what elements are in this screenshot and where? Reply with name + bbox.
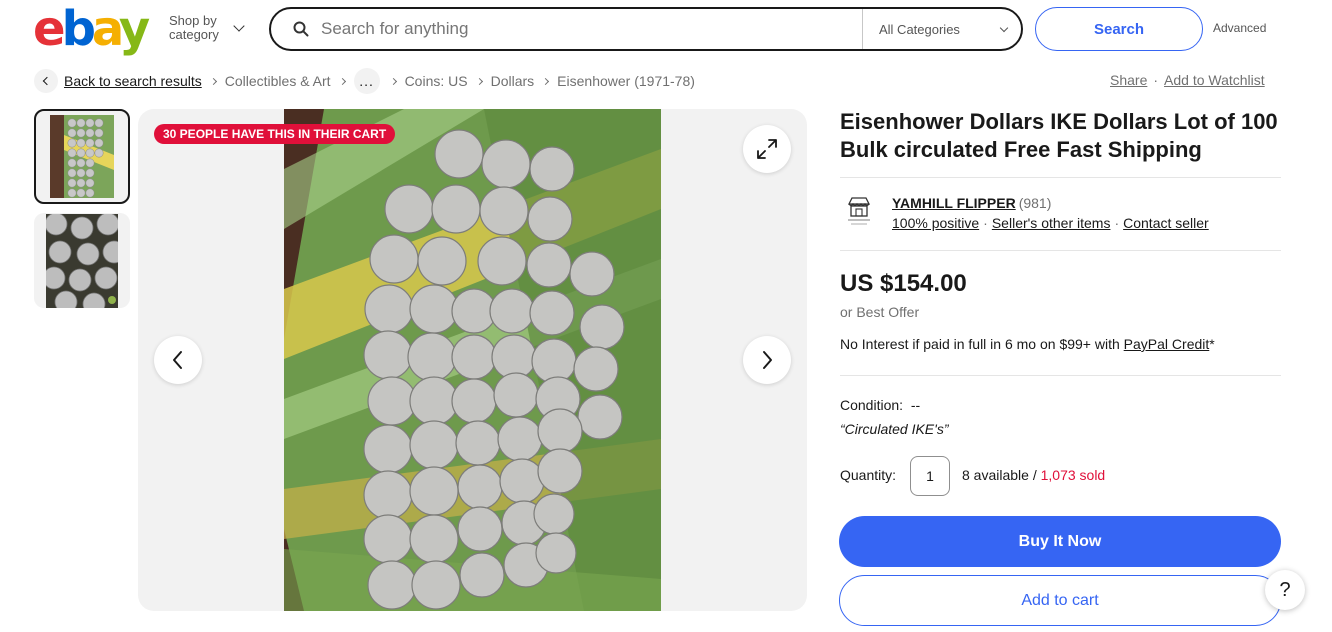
condition-label: Condition:: [840, 397, 904, 413]
store-icon[interactable]: [840, 192, 878, 230]
category-select-label: All Categories: [879, 21, 960, 37]
breadcrumb: Back to search results Collectibles & Ar…: [34, 68, 695, 94]
logo-letter: e: [33, 1, 66, 57]
chevron-right-icon: [475, 77, 483, 85]
chevron-down-icon: [233, 20, 245, 32]
best-offer-text: or Best Offer: [840, 304, 920, 320]
next-image-button[interactable]: [743, 336, 791, 384]
coin-rows-thumbnail-image: [50, 115, 114, 198]
seller-positive-link[interactable]: 100% positive: [892, 215, 979, 231]
chevron-right-icon: [389, 77, 397, 85]
seller-info: YAMHILL FLIPPER (981): [892, 195, 1051, 211]
share-watchlist-links: Share · Add to Watchlist: [1110, 72, 1265, 88]
coin-closeup-thumbnail-image: [46, 214, 118, 308]
ebay-logo[interactable]: ebay: [33, 1, 150, 57]
breadcrumb-item[interactable]: Coins: US: [405, 73, 468, 89]
divider: [840, 250, 1281, 251]
search-input[interactable]: [321, 11, 861, 47]
logo-letter: b: [61, 1, 96, 57]
share-link[interactable]: Share: [1110, 72, 1147, 88]
thumbnail-2[interactable]: [34, 213, 130, 308]
seller-other-items-link[interactable]: Seller's other items: [992, 215, 1111, 231]
expand-image-button[interactable]: [743, 125, 791, 173]
contact-seller-link[interactable]: Contact seller: [1123, 215, 1209, 231]
quantity-label: Quantity:: [840, 467, 897, 483]
search-button[interactable]: Search: [1035, 7, 1203, 51]
credit-suffix: *: [1209, 336, 1215, 352]
sold-count: 1,073 sold: [1040, 467, 1106, 483]
available-count: 8 available /: [962, 467, 1041, 483]
credit-text: No Interest if paid in full in 6 mo on $…: [840, 336, 1120, 352]
expand-icon: [757, 139, 777, 159]
paypal-credit-link[interactable]: PayPal Credit: [1124, 336, 1210, 352]
help-button[interactable]: ?: [1265, 570, 1305, 610]
quantity-input[interactable]: [910, 456, 950, 496]
separator-dot: ·: [1114, 215, 1120, 231]
availability: 8 available / 1,073 sold: [962, 467, 1105, 483]
breadcrumb-item[interactable]: Collectibles & Art: [225, 73, 331, 89]
listing-title: Eisenhower Dollars IKE Dollars Lot of 10…: [840, 109, 1278, 162]
chevron-right-icon: [338, 77, 346, 85]
breadcrumb-item[interactable]: Eisenhower (1971-78): [557, 73, 695, 89]
paypal-credit-text: No Interest if paid in full in 6 mo on $…: [840, 336, 1215, 352]
thumbnail-1[interactable]: [34, 109, 130, 204]
chevron-right-icon: [542, 77, 550, 85]
main-image-viewer[interactable]: [138, 109, 807, 611]
chevron-right-icon: [763, 351, 772, 369]
back-arrow-icon[interactable]: [34, 69, 58, 93]
logo-letter: a: [91, 1, 123, 57]
separator-dot: ·: [983, 215, 988, 231]
coins-on-quilt-photo: [284, 109, 661, 611]
divider: [840, 375, 1281, 376]
seller-links: 100% positive · Seller's other items · C…: [892, 215, 1209, 231]
seller-name-link[interactable]: YAMHILL FLIPPER: [892, 195, 1016, 211]
divider: [840, 177, 1281, 178]
breadcrumb-item[interactable]: Dollars: [491, 73, 535, 89]
category-select[interactable]: All Categories: [862, 9, 1021, 49]
separator-dot: ·: [1153, 72, 1159, 88]
condition-row: Condition: --: [840, 397, 920, 413]
add-to-cart-button[interactable]: Add to cart: [839, 575, 1281, 626]
chevron-down-icon: [999, 23, 1009, 32]
advanced-search-link[interactable]: Advanced: [1213, 21, 1266, 35]
chevron-left-icon: [173, 351, 182, 369]
shop-by-category-label: Shop by category: [169, 13, 219, 42]
buy-it-now-button[interactable]: Buy It Now: [839, 516, 1281, 567]
add-to-watchlist-link[interactable]: Add to Watchlist: [1164, 72, 1265, 88]
condition-note: “Circulated IKE's”: [840, 421, 949, 437]
breadcrumb-more-button[interactable]: ...: [353, 68, 380, 94]
chevron-right-icon: [209, 77, 217, 85]
search-icon: [281, 9, 321, 49]
previous-image-button[interactable]: [154, 336, 202, 384]
cart-count-badge: 30 PEOPLE HAVE THIS IN THEIR CART: [154, 124, 396, 144]
seller-feedback-count: (981): [1018, 195, 1052, 211]
search-bar: All Categories: [269, 7, 1023, 51]
logo-letter: y: [118, 1, 150, 57]
shop-by-category-button[interactable]: Shop by category: [169, 13, 245, 42]
back-to-search-results-link[interactable]: Back to search results: [64, 73, 202, 89]
price: US $154.00: [840, 270, 967, 297]
condition-value: --: [910, 397, 921, 413]
